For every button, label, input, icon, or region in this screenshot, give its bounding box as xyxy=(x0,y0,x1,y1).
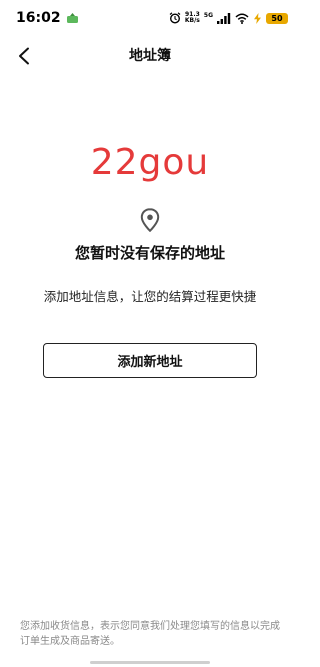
cellular-signal-icon xyxy=(217,12,231,24)
status-icons: 91.3 KB/s 5G 50 xyxy=(169,12,288,24)
location-pin-icon xyxy=(140,208,160,232)
brand-logo: 22gou xyxy=(90,142,210,183)
back-arrow-icon xyxy=(19,47,29,65)
battery-icon: 50 xyxy=(266,12,288,24)
privacy-footer-note: 您添加收货信息，表示您同意我们处理您填写的信息以完成订单生成及商品寄送。 xyxy=(20,621,280,647)
network-type: 5G xyxy=(203,12,213,19)
app-notification-icon xyxy=(66,13,78,23)
empty-state-subtitle: 添加地址信息，让您的结算过程更快捷 xyxy=(43,289,257,304)
battery-level: 50 xyxy=(271,13,283,23)
network-speed: 91.3 KB/s xyxy=(185,12,200,24)
status-time: 16:02 xyxy=(16,10,61,26)
status-bar: 16:02 91.3 KB/s 5G 50 xyxy=(0,0,300,36)
empty-state-title: 您暂时没有保存的地址 xyxy=(74,244,225,262)
page-title: 地址簿 xyxy=(129,48,171,64)
wifi-icon xyxy=(235,13,249,24)
home-indicator[interactable] xyxy=(90,661,210,664)
alarm-icon xyxy=(169,12,181,24)
back-button[interactable] xyxy=(10,42,38,70)
add-new-address-label: 添加新地址 xyxy=(117,355,183,370)
add-new-address-button[interactable]: 添加新地址 xyxy=(43,343,257,378)
nav-bar: 地址簿 xyxy=(0,36,300,80)
network-speed-unit: KB/s xyxy=(184,17,200,24)
charging-bolt-icon xyxy=(254,12,261,24)
